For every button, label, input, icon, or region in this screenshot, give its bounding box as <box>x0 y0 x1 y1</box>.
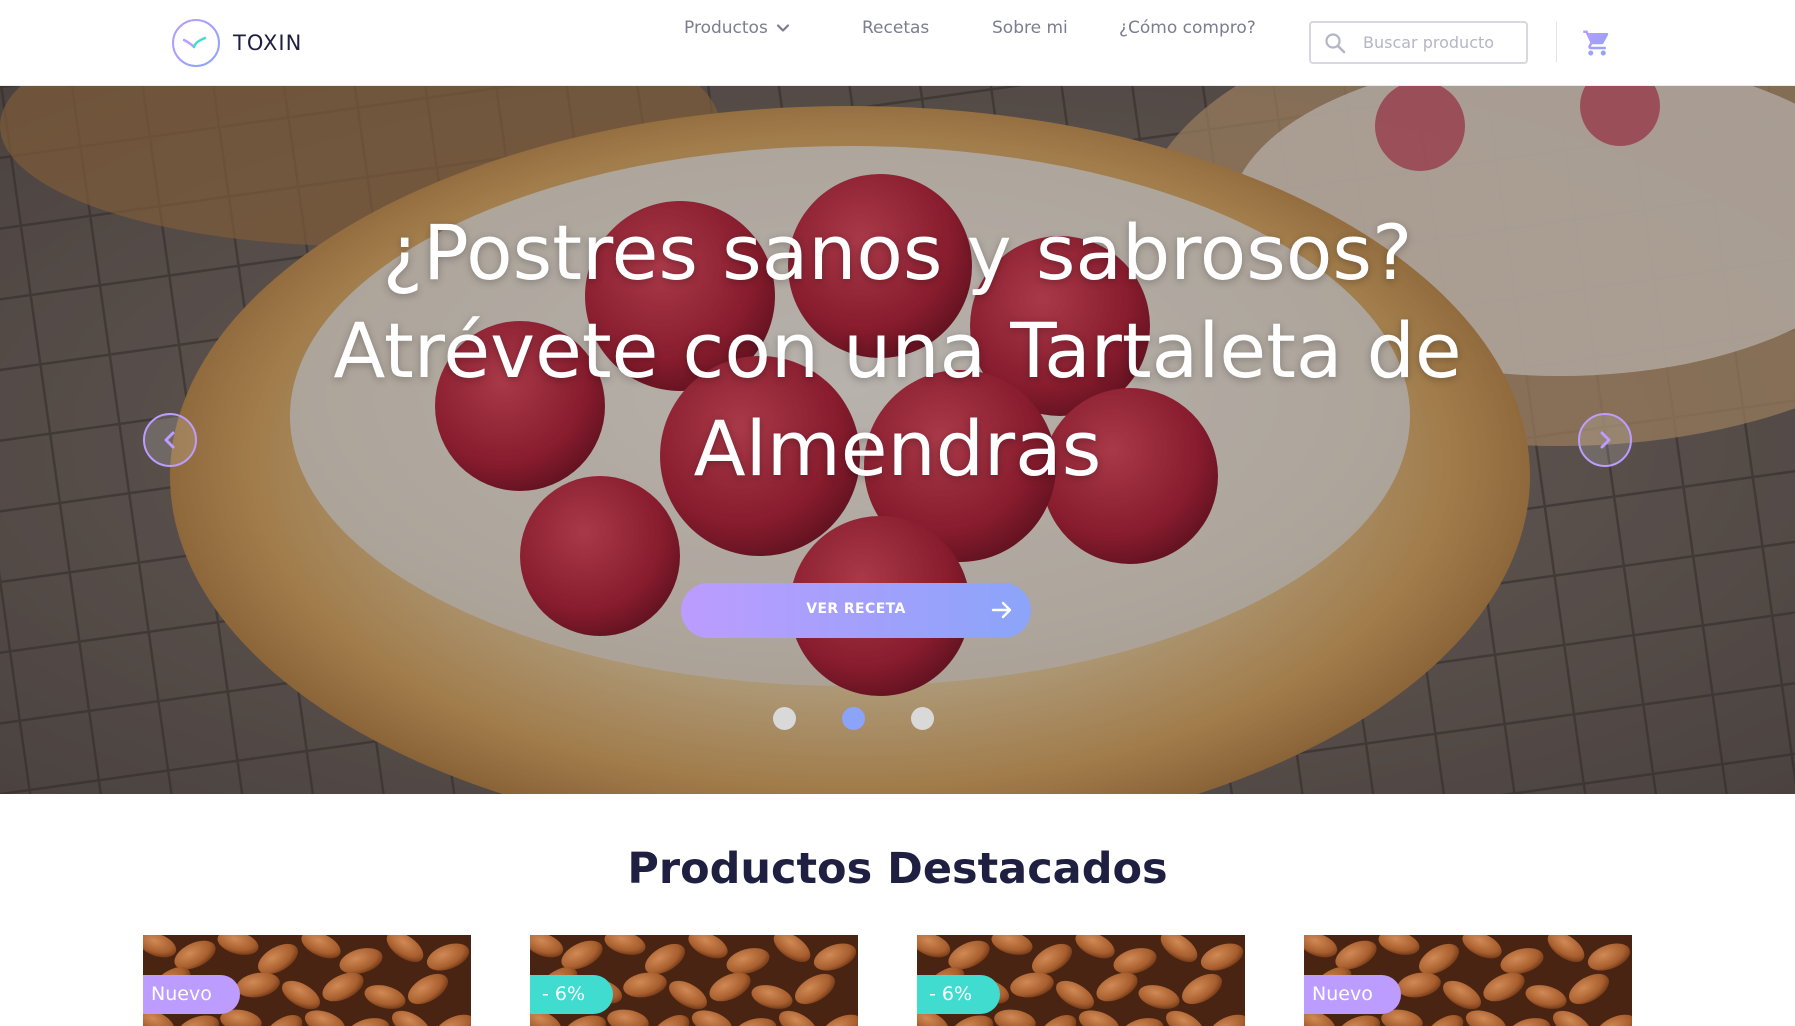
site-header: TOXIN Productos Recetas Sobre mi ¿Cómo c… <box>0 0 1795 86</box>
product-card[interactable]: Nuevo <box>1304 935 1632 1026</box>
product-card[interactable]: - 6% <box>530 935 858 1026</box>
nav-item-label: Productos <box>684 18 768 38</box>
product-card[interactable]: - 6% <box>917 935 1245 1026</box>
product-card[interactable]: Nuevo <box>143 935 471 1026</box>
product-badge-discount: - 6% <box>530 975 614 1014</box>
nav-item-label: Recetas <box>862 18 930 38</box>
arrow-right-icon <box>991 601 1012 619</box>
header-divider <box>1556 22 1557 62</box>
nav-item-label: ¿Cómo compro? <box>1119 18 1256 38</box>
product-badge-discount: - 6% <box>917 975 1001 1014</box>
nav-item-como-compro[interactable]: ¿Cómo compro? <box>1119 18 1256 38</box>
carousel-dot-active[interactable] <box>842 707 865 730</box>
search-box[interactable] <box>1309 21 1528 64</box>
chevron-left-icon <box>164 431 175 449</box>
hero-carousel: ¿Postres sanos y sabrosos? Atrévete con … <box>0 86 1795 794</box>
logo-icon <box>172 19 220 67</box>
chevron-right-icon <box>1600 431 1611 449</box>
ver-receta-label: VER RECETA <box>806 601 906 617</box>
hero-title-line: ¿Postres sanos y sabrosos? <box>382 208 1413 297</box>
search-icon <box>1325 32 1346 53</box>
brand-logo[interactable]: TOXIN <box>171 18 302 68</box>
carousel-next-button[interactable] <box>1578 413 1632 467</box>
hero-title-line: Almendras <box>693 404 1102 493</box>
product-badge-new: Nuevo <box>1304 975 1401 1014</box>
hero-title: ¿Postres sanos y sabrosos? Atrévete con … <box>0 204 1795 498</box>
brand-name: TOXIN <box>233 31 303 55</box>
nav-item-productos[interactable]: Productos <box>684 18 790 38</box>
nav-item-recetas[interactable]: Recetas <box>862 18 929 38</box>
nav-item-label: Sobre mi <box>992 18 1068 38</box>
nav-item-sobre-mi[interactable]: Sobre mi <box>992 18 1068 38</box>
hero-title-line: Atrévete con una Tartaleta de <box>333 306 1462 395</box>
product-badge-new: Nuevo <box>143 975 240 1014</box>
cart-icon[interactable] <box>1582 28 1612 58</box>
search-input[interactable] <box>1363 33 1513 52</box>
featured-section-title: Productos Destacados <box>627 844 1168 894</box>
chevron-down-icon <box>776 24 789 32</box>
ver-receta-button[interactable]: VER RECETA <box>681 583 1031 638</box>
carousel-prev-button[interactable] <box>143 413 197 467</box>
carousel-dot[interactable] <box>911 707 934 730</box>
carousel-dot[interactable] <box>773 707 796 730</box>
carousel-dots <box>773 707 934 730</box>
